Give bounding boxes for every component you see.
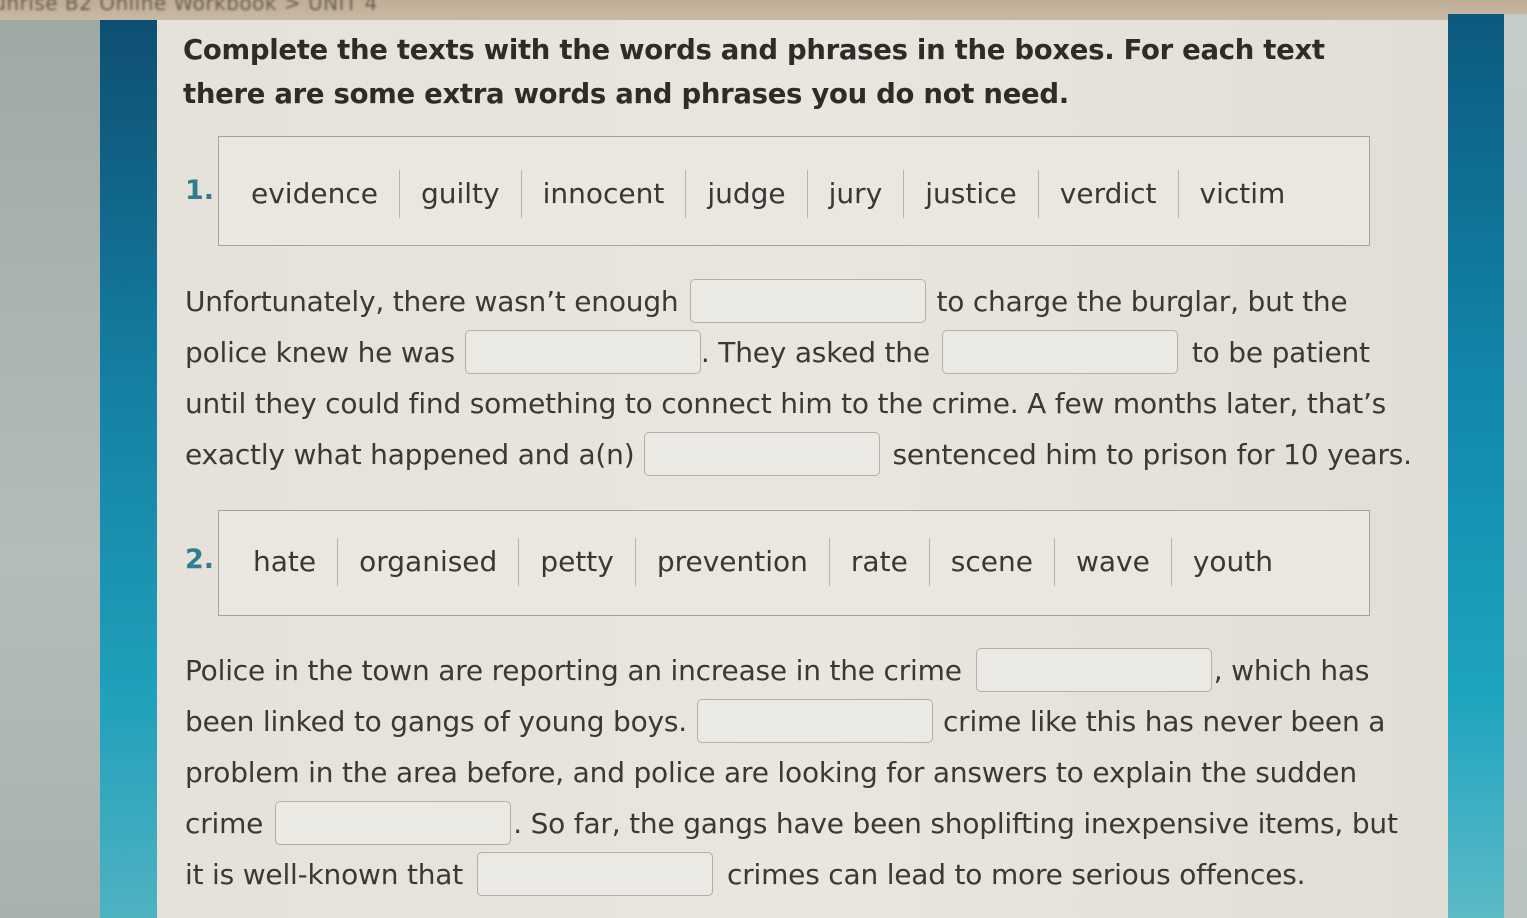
word-option: prevention — [634, 538, 829, 586]
text-line: Police in the town are reporting an incr… — [185, 645, 1369, 695]
text-line: until they could find something to conne… — [185, 378, 1386, 428]
top-bar: Sunrise B2 Online Workbook > UNIT 4 — [0, 0, 1527, 20]
word-option: petty — [518, 538, 635, 586]
text-segment: crime — [185, 806, 264, 840]
word-list-1: evidence guilty innocent judge jury just… — [231, 169, 1306, 219]
instructions-text: Complete the texts with the words and ph… — [183, 34, 1325, 110]
text-segment: , which has — [1213, 653, 1370, 687]
word-option: jury — [806, 170, 904, 218]
text-segment: to charge the burglar, but the — [936, 284, 1348, 318]
breadcrumb[interactable]: Sunrise B2 Online Workbook > UNIT 4 — [0, 0, 378, 15]
text-segment: Police in the town are reporting an incr… — [185, 653, 962, 687]
text-segment: it is well-known that — [185, 857, 464, 891]
answer-gap-2-2[interactable] — [696, 699, 933, 743]
word-option: victim — [1177, 170, 1307, 218]
exercise-panel: Complete the texts with the words and ph… — [157, 20, 1448, 918]
exercise-number-2: 2. — [185, 544, 215, 575]
text-segment: to be patient — [1191, 335, 1370, 369]
answer-gap-1-2[interactable] — [464, 330, 701, 374]
text-segment: problem in the area before, and police a… — [185, 755, 1357, 789]
text-segment: . So far, the gangs have been shopliftin… — [513, 806, 1398, 840]
word-option: judge — [685, 170, 806, 218]
word-option: guilty — [398, 170, 521, 218]
text-line: crime . So far, the gangs have been shop… — [185, 798, 1398, 848]
text-segment: been linked to gangs of young boys. — [185, 704, 687, 738]
word-option: verdict — [1037, 170, 1178, 218]
text-segment: sentenced him to prison for 10 years. — [892, 437, 1412, 471]
text-segment: until they could find something to conne… — [185, 386, 1387, 420]
text-segment: . They asked the — [700, 335, 930, 369]
answer-gap-1-4[interactable] — [644, 432, 881, 476]
text-line: been linked to gangs of young boys. crim… — [185, 696, 1385, 746]
left-margin — [0, 20, 100, 918]
answer-gap-2-4[interactable] — [477, 852, 714, 896]
exercise-number-1: 1. — [185, 175, 215, 206]
text-segment: exactly what happened and a(n) — [185, 437, 635, 471]
word-option: justice — [903, 170, 1038, 218]
text-segment: crime like this has never been a — [942, 704, 1386, 738]
word-option: rate — [828, 538, 929, 586]
text-line: it is well-known that crimes can lead to… — [185, 849, 1306, 899]
word-option: wave — [1053, 538, 1171, 586]
answer-gap-2-3[interactable] — [275, 801, 512, 845]
text-line: exactly what happened and a(n) sentenced… — [185, 429, 1412, 479]
word-option: organised — [337, 538, 518, 586]
word-list-2: hate organised petty prevention rate sce… — [233, 537, 1294, 587]
left-decorative-stripe — [100, 20, 157, 918]
text-segment: Unfortunately, there wasn’t enough — [185, 284, 679, 318]
answer-gap-1-3[interactable] — [941, 330, 1178, 374]
word-option: innocent — [520, 170, 686, 218]
right-decorative-stripe — [1448, 14, 1504, 918]
word-option: hate — [253, 545, 317, 578]
answer-gap-2-1[interactable] — [975, 648, 1212, 692]
text-line: Unfortunately, there wasn’t enough to ch… — [185, 276, 1348, 326]
text-segment: police knew he was — [185, 335, 455, 369]
text-line: problem in the area before, and police a… — [185, 747, 1357, 797]
text-line: police knew he was . They asked the to b… — [185, 327, 1370, 377]
answer-gap-1-1[interactable] — [690, 279, 927, 323]
text-segment: crimes can lead to more serious offences… — [727, 857, 1306, 891]
right-margin — [1504, 14, 1527, 918]
word-option: scene — [928, 538, 1054, 586]
word-option: youth — [1170, 538, 1294, 586]
word-option: evidence — [251, 177, 378, 210]
